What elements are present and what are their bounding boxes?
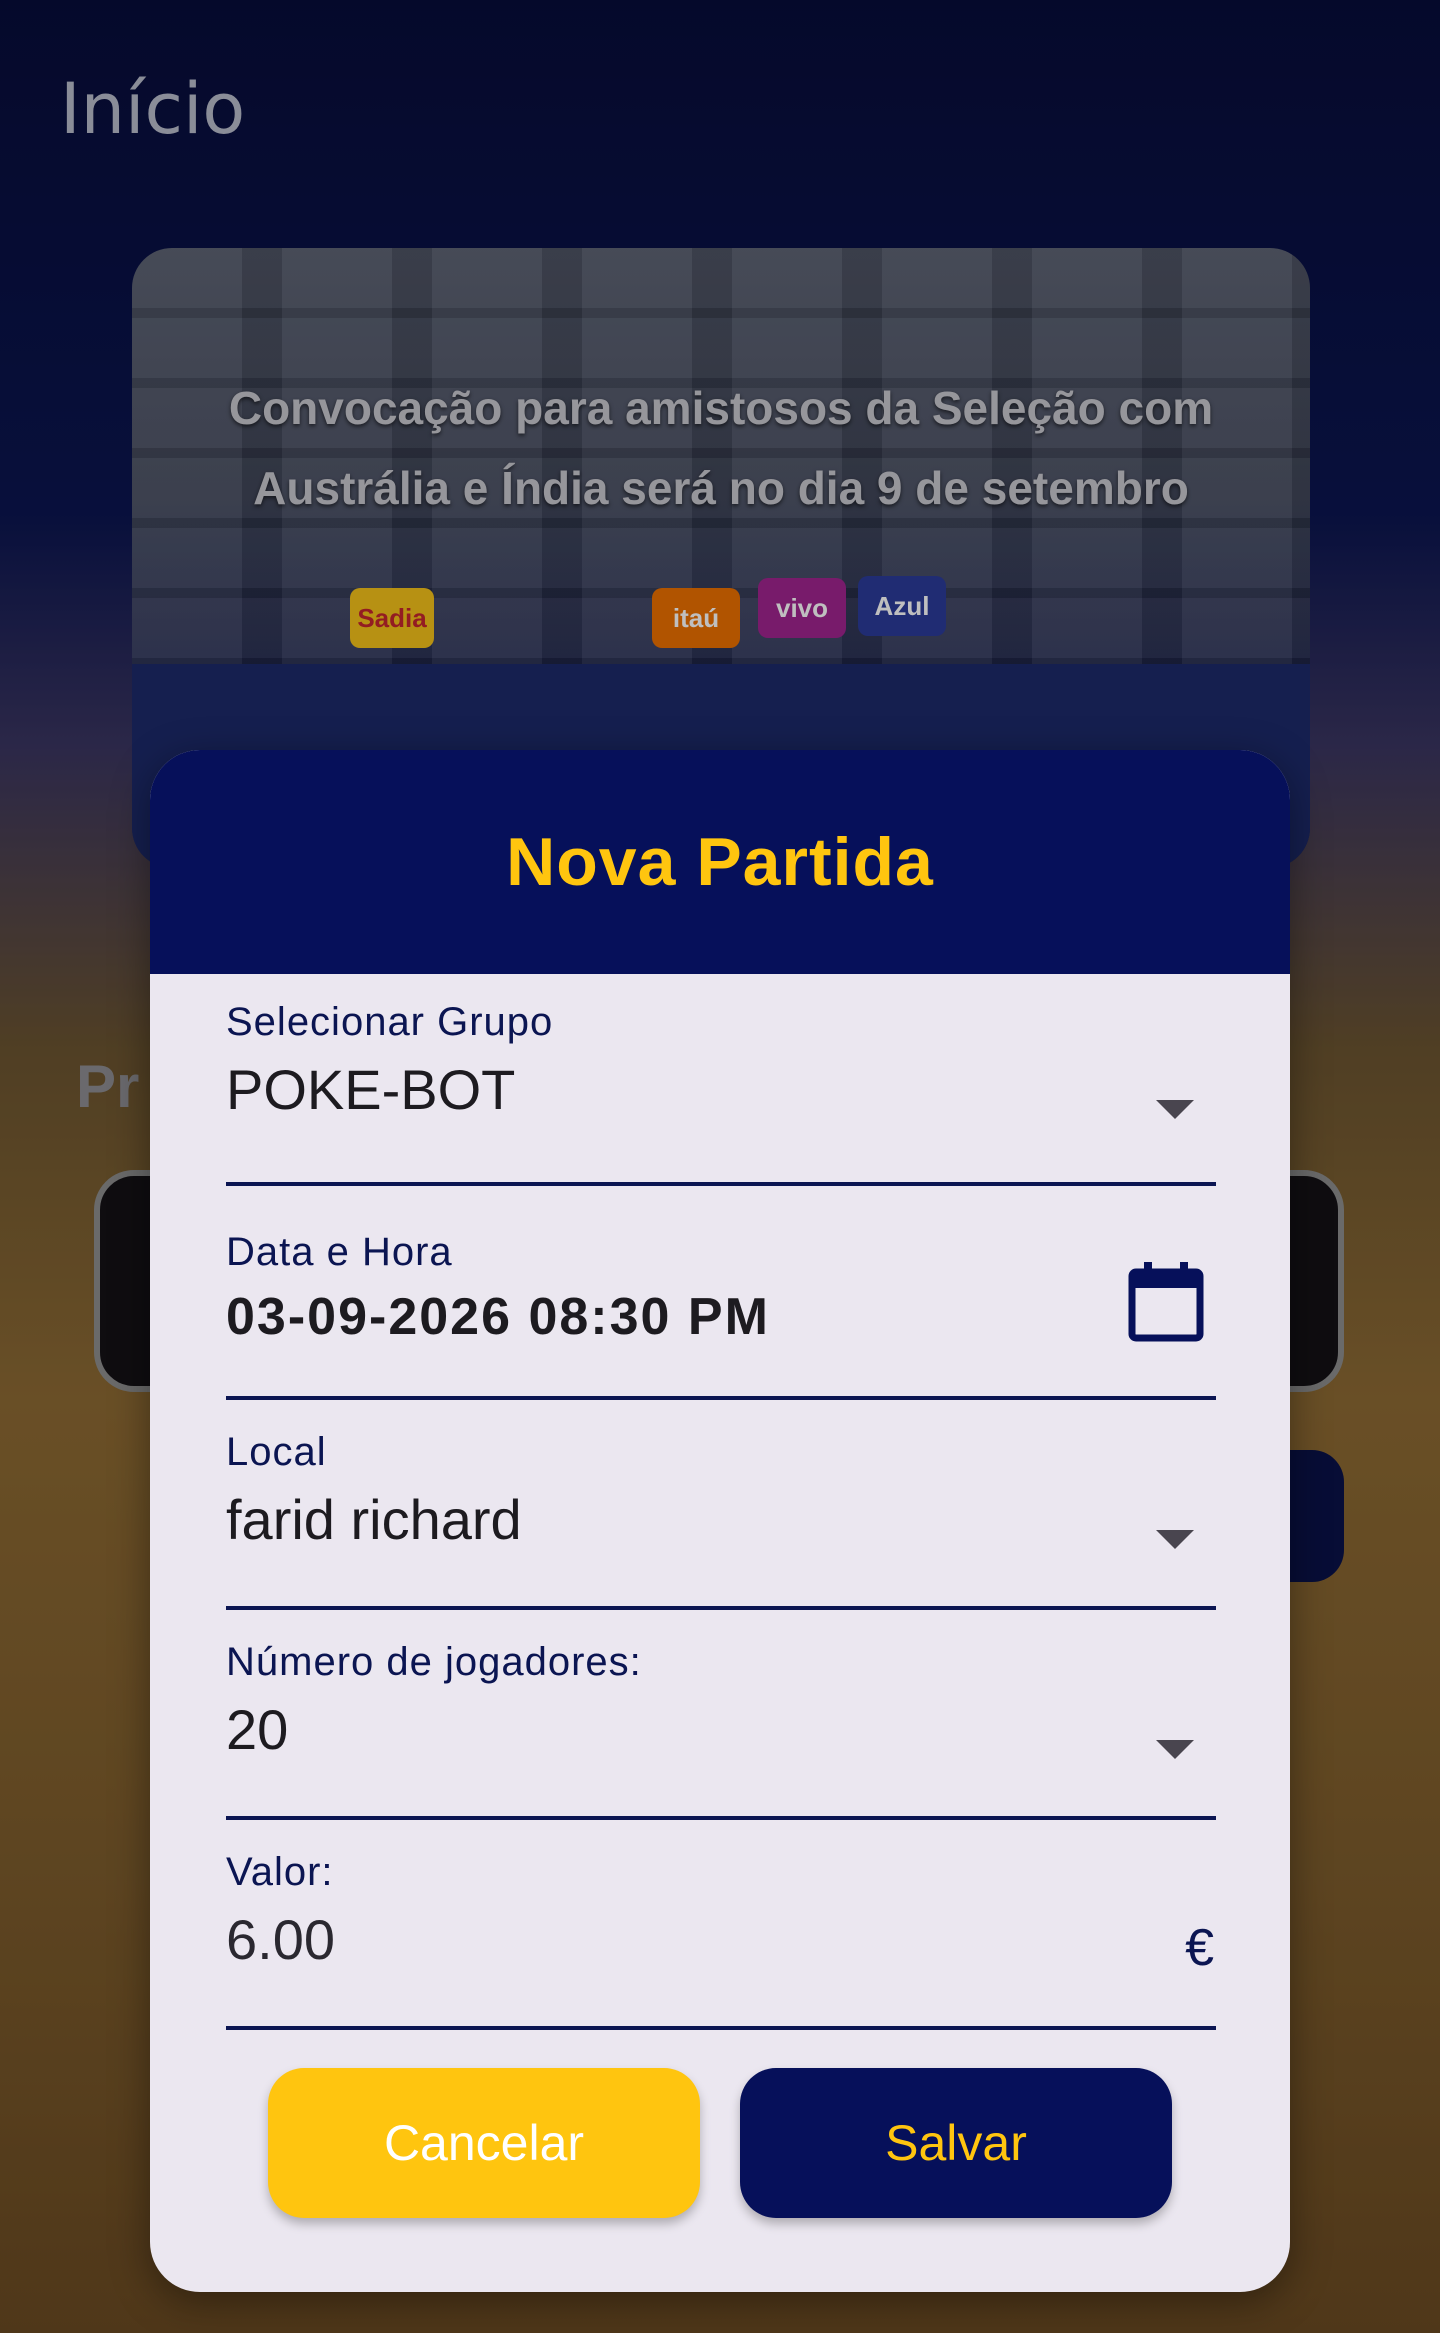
chevron-down-icon [1156, 1740, 1194, 1759]
chevron-down-icon [1156, 1530, 1194, 1549]
location-label: Local [226, 1430, 327, 1474]
currency-symbol: € [1185, 1919, 1214, 1977]
new-match-dialog: Nova Partida Selecionar Grupo POKE-BOT D… [150, 750, 1290, 2292]
group-select[interactable]: Selecionar Grupo POKE-BOT [226, 1000, 1216, 1186]
location-select[interactable]: Local farid richard [226, 1430, 1216, 1610]
price-label: Valor: [226, 1850, 334, 1894]
players-value: 20 [226, 1698, 289, 1761]
cancel-button[interactable]: Cancelar [268, 2068, 700, 2218]
datetime-label: Data e Hora [226, 1230, 453, 1274]
chevron-down-icon [1156, 1100, 1194, 1119]
price-input[interactable]: Valor: 6.00 € [226, 1850, 1216, 2030]
calendar-icon[interactable] [1128, 1260, 1204, 1342]
dialog-header: Nova Partida [150, 750, 1290, 974]
location-value: farid richard [226, 1488, 522, 1551]
players-select[interactable]: Número de jogadores: 20 [226, 1640, 1216, 1820]
group-select-label: Selecionar Grupo [226, 1000, 554, 1044]
price-value: 6.00 [226, 1908, 335, 1971]
players-label: Número de jogadores: [226, 1640, 642, 1684]
datetime-field[interactable]: Data e Hora 03-09-2026 08:30 PM [226, 1230, 1216, 1400]
group-select-value: POKE-BOT [226, 1058, 516, 1121]
dialog-title: Nova Partida [506, 824, 934, 900]
datetime-value: 03-09-2026 08:30 PM [226, 1288, 770, 1346]
save-button[interactable]: Salvar [740, 2068, 1172, 2218]
